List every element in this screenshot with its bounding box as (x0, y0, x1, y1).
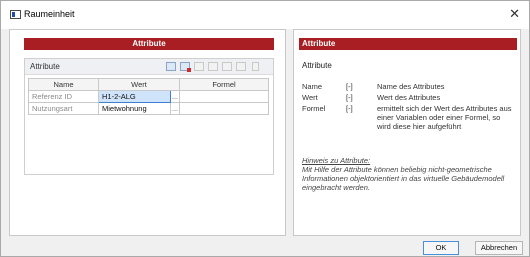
row-remove-icon[interactable] (252, 62, 259, 71)
cell-formula[interactable] (179, 102, 269, 115)
definition-desc: Name des Attributes (377, 82, 445, 91)
table-row[interactable]: Nutzungsart Mietwohnung ... (28, 102, 269, 115)
row-insert-icon[interactable] (194, 62, 204, 71)
attribute-editor-panel: Attribute Attribute Name Wert Formel Ref… (9, 29, 286, 236)
column-header-name[interactable]: Name (28, 78, 99, 91)
definition-key: Name (302, 82, 323, 91)
attribute-section-header: Attribute (24, 38, 274, 50)
cell-value[interactable]: Mietwohnung (98, 102, 171, 115)
table-delete-icon[interactable] (180, 62, 191, 72)
attribute-table: Name Wert Formel Referenz ID H1-2-ALG ..… (28, 78, 269, 115)
attribute-toolbar: Attribute (25, 59, 273, 75)
definition-unit: [-] (346, 93, 353, 102)
cell-name[interactable]: Referenz ID (28, 90, 99, 103)
definition-unit: [-] (346, 82, 353, 91)
value-picker-button[interactable]: ... (170, 102, 180, 115)
hint-text: Mit Hilfe der Attribute können beliebig … (302, 165, 505, 192)
definition-desc: ermittelt sich der Wert des Attributes a… (377, 104, 512, 131)
cell-name[interactable]: Nutzungsart (28, 102, 99, 115)
attribute-group: Attribute Name Wert Formel Referenz ID H… (24, 58, 274, 175)
row-move-icon[interactable] (222, 62, 232, 71)
help-panel: Attribute Attribute Name [-] Name des At… (293, 29, 521, 236)
definition-desc: Wert des Attributes (377, 93, 441, 102)
toolbar-label: Attribute (30, 62, 60, 71)
title-bar: Raumeinheit ✕ (1, 1, 529, 29)
table-add-icon[interactable] (166, 62, 176, 71)
value-picker-button[interactable]: ... (170, 90, 180, 103)
app-window-icon (10, 10, 21, 19)
hint-title: Hinweis zu Attribute: (302, 156, 371, 165)
hint-block: Hinweis zu Attribute: Mit Hilfe der Attr… (302, 156, 516, 192)
cancel-button[interactable]: Abbrechen (475, 241, 523, 255)
definition-key: Formel (302, 104, 326, 113)
help-subtitle: Attribute (302, 61, 332, 70)
raumeinheit-dialog: Raumeinheit ✕ Attribute Attribute Name W… (0, 0, 530, 257)
definition-row: Name [-] Name des Attributes (302, 82, 516, 91)
cell-value[interactable]: H1-2-ALG (98, 90, 171, 103)
definition-key: Wert (302, 93, 318, 102)
table-header-row: Name Wert Formel (28, 78, 269, 91)
cell-formula[interactable] (179, 90, 269, 103)
row-append-icon[interactable] (208, 62, 218, 71)
ok-button[interactable]: OK (423, 241, 459, 255)
definition-list: Name [-] Name des Attributes Wert [-] We… (302, 82, 516, 133)
definition-row: Wert [-] Wert des Attributes (302, 93, 516, 102)
column-header-value[interactable]: Wert (98, 78, 180, 91)
definition-row: Formel [-] ermittelt sich der Wert des A… (302, 104, 516, 131)
close-icon[interactable]: ✕ (509, 6, 520, 22)
row-copy-icon[interactable] (236, 62, 246, 71)
definition-unit: [-] (346, 104, 353, 113)
table-row[interactable]: Referenz ID H1-2-ALG ... (28, 90, 269, 103)
window-title: Raumeinheit (24, 9, 75, 19)
help-header: Attribute (299, 38, 517, 50)
column-header-formula[interactable]: Formel (179, 78, 269, 91)
